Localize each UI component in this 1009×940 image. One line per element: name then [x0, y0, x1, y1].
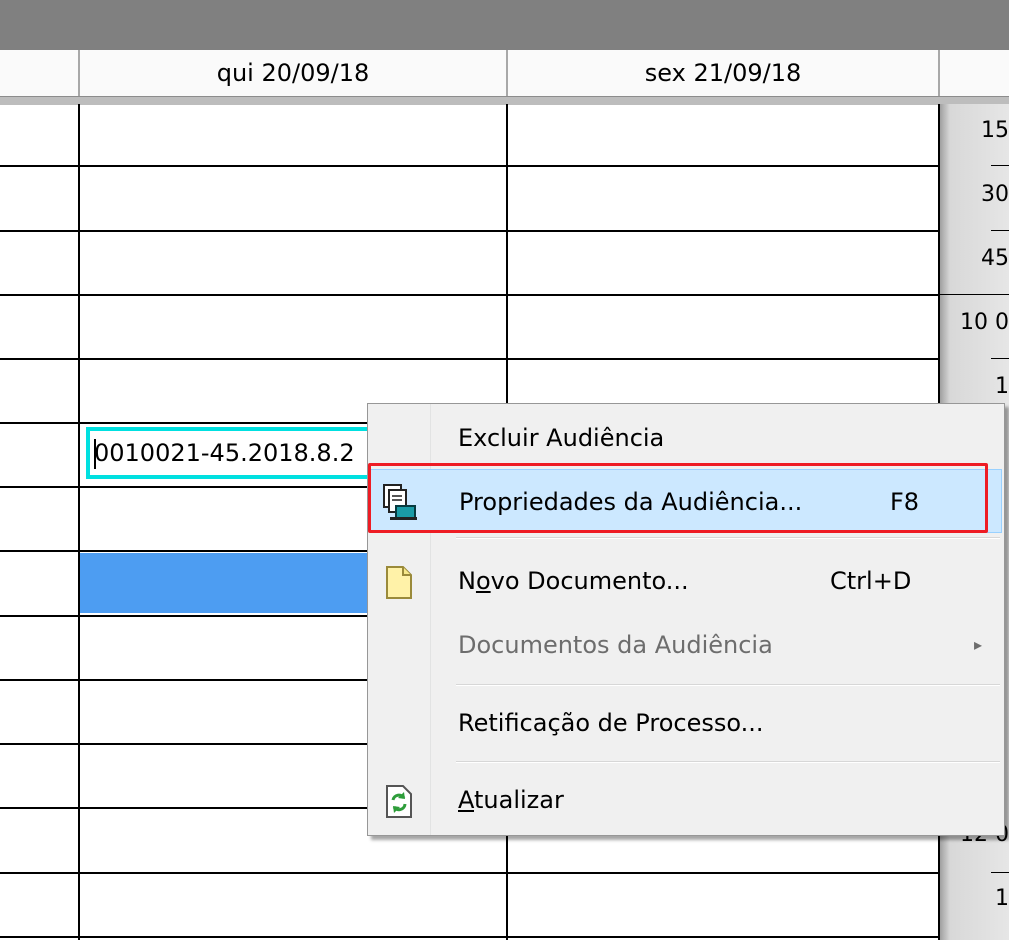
time-label: 30: [981, 182, 1009, 207]
menu-item-excluir-audiencia[interactable]: Excluir Audiência: [370, 406, 1002, 470]
menu-item-novo-documento[interactable]: Novo Documento... Ctrl+D: [370, 549, 1002, 613]
time-label: 10 0: [960, 310, 1009, 335]
slot-line: [0, 165, 938, 167]
menu-item-label: Novo Documento...: [458, 567, 689, 595]
menu-separator: [456, 684, 1000, 686]
submenu-arrow-icon: ▸: [974, 635, 983, 654]
time-tick: [991, 230, 1009, 231]
header-divider: [938, 50, 940, 96]
menu-item-atualizar[interactable]: Atualizar: [370, 768, 1002, 832]
hour-line: [940, 294, 1009, 295]
window-titlebar: [0, 0, 1009, 51]
refresh-icon: [380, 782, 418, 820]
slot-line: [0, 358, 938, 360]
menu-item-label: Excluir Audiência: [458, 424, 665, 452]
callout-highlight-box: [368, 463, 988, 533]
time-tick: [991, 165, 1009, 166]
menu-item-label: Retificação de Processo...: [458, 709, 764, 737]
time-tick: [991, 358, 1009, 359]
slot-line: [0, 872, 938, 874]
menu-separator: [456, 761, 1000, 763]
time-tick: [991, 872, 1009, 873]
menu-item-label: Documentos da Audiência: [458, 631, 773, 659]
menu-item-label: Atualizar: [458, 786, 564, 814]
slot-line: [0, 936, 938, 938]
menu-item-shortcut: Ctrl+D: [830, 567, 912, 595]
column-header-friday[interactable]: sex 21/09/18: [508, 50, 938, 96]
slot-line: [0, 230, 938, 232]
selected-slot[interactable]: [80, 553, 376, 613]
column-header-thursday[interactable]: qui 20/09/18: [80, 50, 506, 96]
menu-separator: [456, 537, 1000, 539]
new-document-icon: [380, 563, 418, 601]
appointment-text: 0010021-45.2018.8.2: [94, 439, 355, 467]
slot-line: [0, 294, 938, 296]
hearing-appointment[interactable]: 0010021-45.2018.8.2: [86, 427, 376, 479]
time-label: 45: [981, 246, 1009, 271]
time-label: 1: [995, 886, 1009, 911]
time-label: 15: [981, 118, 1009, 143]
calendar-header: qui 20/09/18 sex 21/09/18: [0, 50, 1009, 96]
menu-item-retificacao-processo[interactable]: Retificação de Processo...: [370, 691, 1002, 755]
text-caret: [94, 439, 96, 469]
column-divider: [78, 104, 80, 940]
menu-item-documentos-audiencia[interactable]: Documentos da Audiência ▸: [370, 613, 1002, 677]
time-label: 1: [995, 374, 1009, 399]
